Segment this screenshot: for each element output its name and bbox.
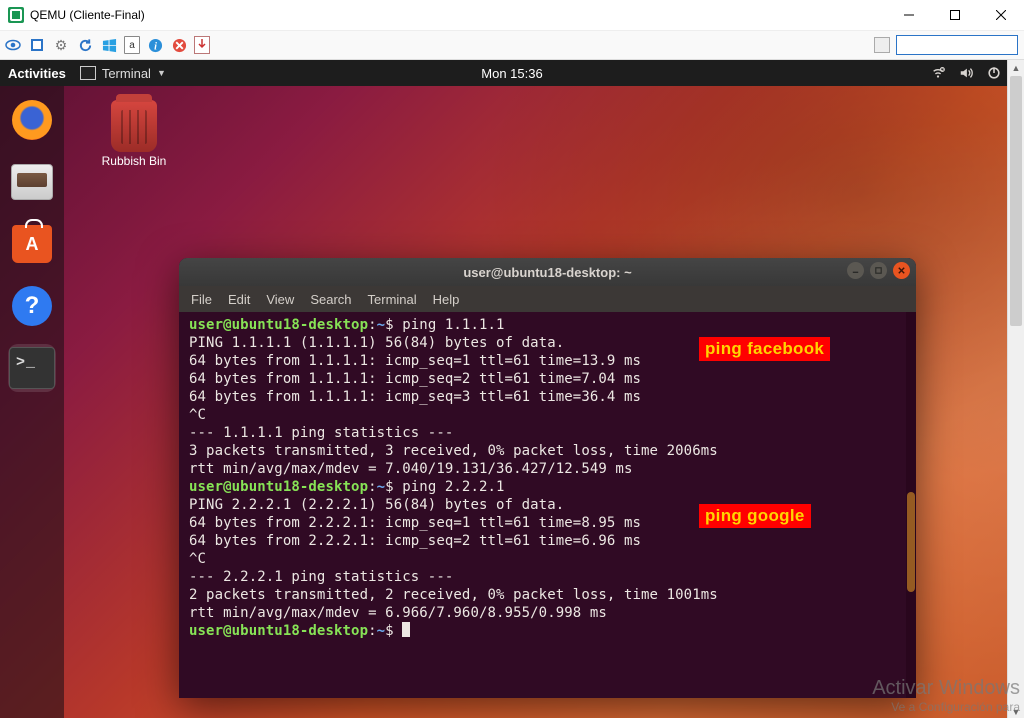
terminal-icon: [80, 66, 96, 80]
panel-system-area[interactable]: ? ▼: [931, 66, 1016, 80]
dock-app-software[interactable]: [8, 220, 56, 268]
activities-button[interactable]: Activities: [8, 66, 66, 81]
svg-text:i: i: [154, 41, 157, 52]
window-titlebar[interactable]: QEMU (Cliente-Final): [0, 0, 1024, 31]
trash-icon: [111, 100, 157, 152]
window-maximize-button[interactable]: [932, 0, 978, 30]
watermark-line1: Activar Windows: [872, 677, 1020, 700]
toolbar-input[interactable]: [896, 35, 1018, 55]
info-icon[interactable]: i: [146, 36, 164, 54]
ubuntu-desktop[interactable]: Activities Terminal ▼ Mon 15:36 ? ▼: [0, 60, 1024, 718]
toolbar-status-box: [874, 37, 890, 53]
windows-icon[interactable]: [100, 36, 118, 54]
help-icon: ?: [12, 286, 52, 326]
software-icon: [12, 225, 52, 263]
desktop-icon-trash[interactable]: Rubbish Bin: [92, 100, 176, 168]
power-icon: [987, 66, 1001, 80]
menu-search[interactable]: Search: [310, 292, 351, 307]
menu-terminal[interactable]: Terminal: [368, 292, 417, 307]
qemu-icon: [8, 7, 24, 23]
eye-icon[interactable]: [4, 36, 22, 54]
watermark-line2: Ve a Configuración para: [872, 700, 1020, 714]
window-close-button[interactable]: [978, 0, 1024, 30]
window-title: QEMU (Cliente-Final): [30, 8, 145, 22]
menu-help[interactable]: Help: [433, 292, 460, 307]
terminal-titlebar[interactable]: user@ubuntu18-desktop: ~: [179, 258, 916, 286]
attach-icon[interactable]: [194, 36, 210, 54]
fullscreen-icon[interactable]: [28, 36, 46, 54]
qemu-toolbar: ⚙ a i: [0, 31, 1024, 60]
stop-icon[interactable]: [170, 36, 188, 54]
volume-icon: [959, 66, 973, 80]
files-icon: [11, 164, 53, 200]
panel-clock[interactable]: Mon 15:36: [481, 66, 542, 81]
windows-activation-watermark: Activar Windows Ve a Configuración para: [872, 677, 1020, 714]
terminal-title: user@ubuntu18-desktop: ~: [463, 265, 631, 280]
dock-app-files[interactable]: [8, 158, 56, 206]
terminal-close-button[interactable]: [893, 262, 910, 279]
menu-file[interactable]: File: [191, 292, 212, 307]
terminal-scroll-thumb[interactable]: [907, 492, 915, 592]
chevron-down-icon: ▼: [157, 68, 166, 78]
panel-appmenu[interactable]: Terminal ▼: [80, 66, 166, 81]
key-a-icon[interactable]: a: [124, 36, 140, 54]
terminal-menubar: File Edit View Search Terminal Help: [179, 286, 916, 312]
terminal-body[interactable]: user@ubuntu18-desktop:~$ ping 1.1.1.1 PI…: [179, 312, 916, 644]
desktop-icon-label: Rubbish Bin: [92, 154, 176, 168]
dock-app-firefox[interactable]: [8, 96, 56, 144]
terminal-maximize-button[interactable]: [870, 262, 887, 279]
annotation-ping-google: ping google: [699, 504, 811, 528]
menu-view[interactable]: View: [266, 292, 294, 307]
window-scrollbar[interactable]: ▲ ▼: [1007, 60, 1024, 718]
panel-app-label: Terminal: [102, 66, 151, 81]
gnome-panel: Activities Terminal ▼ Mon 15:36 ? ▼: [0, 60, 1024, 86]
gear-icon[interactable]: ⚙: [52, 36, 70, 54]
menu-edit[interactable]: Edit: [228, 292, 250, 307]
window-scroll-thumb[interactable]: [1010, 76, 1022, 326]
dock-app-help[interactable]: ?: [8, 282, 56, 330]
terminal-window[interactable]: user@ubuntu18-desktop: ~ File Edit View …: [179, 258, 916, 698]
firefox-icon: [12, 100, 52, 140]
dock-app-terminal[interactable]: [8, 344, 56, 392]
ubuntu-dock: ?: [0, 86, 64, 718]
refresh-icon[interactable]: [76, 36, 94, 54]
annotation-ping-facebook: ping facebook: [699, 337, 830, 361]
terminal-minimize-button[interactable]: [847, 262, 864, 279]
terminal-scrollbar[interactable]: [906, 312, 916, 698]
network-icon: ?: [931, 66, 945, 80]
terminal-icon: [9, 347, 55, 389]
scroll-up-icon[interactable]: ▲: [1008, 60, 1024, 76]
window-minimize-button[interactable]: [886, 0, 932, 30]
